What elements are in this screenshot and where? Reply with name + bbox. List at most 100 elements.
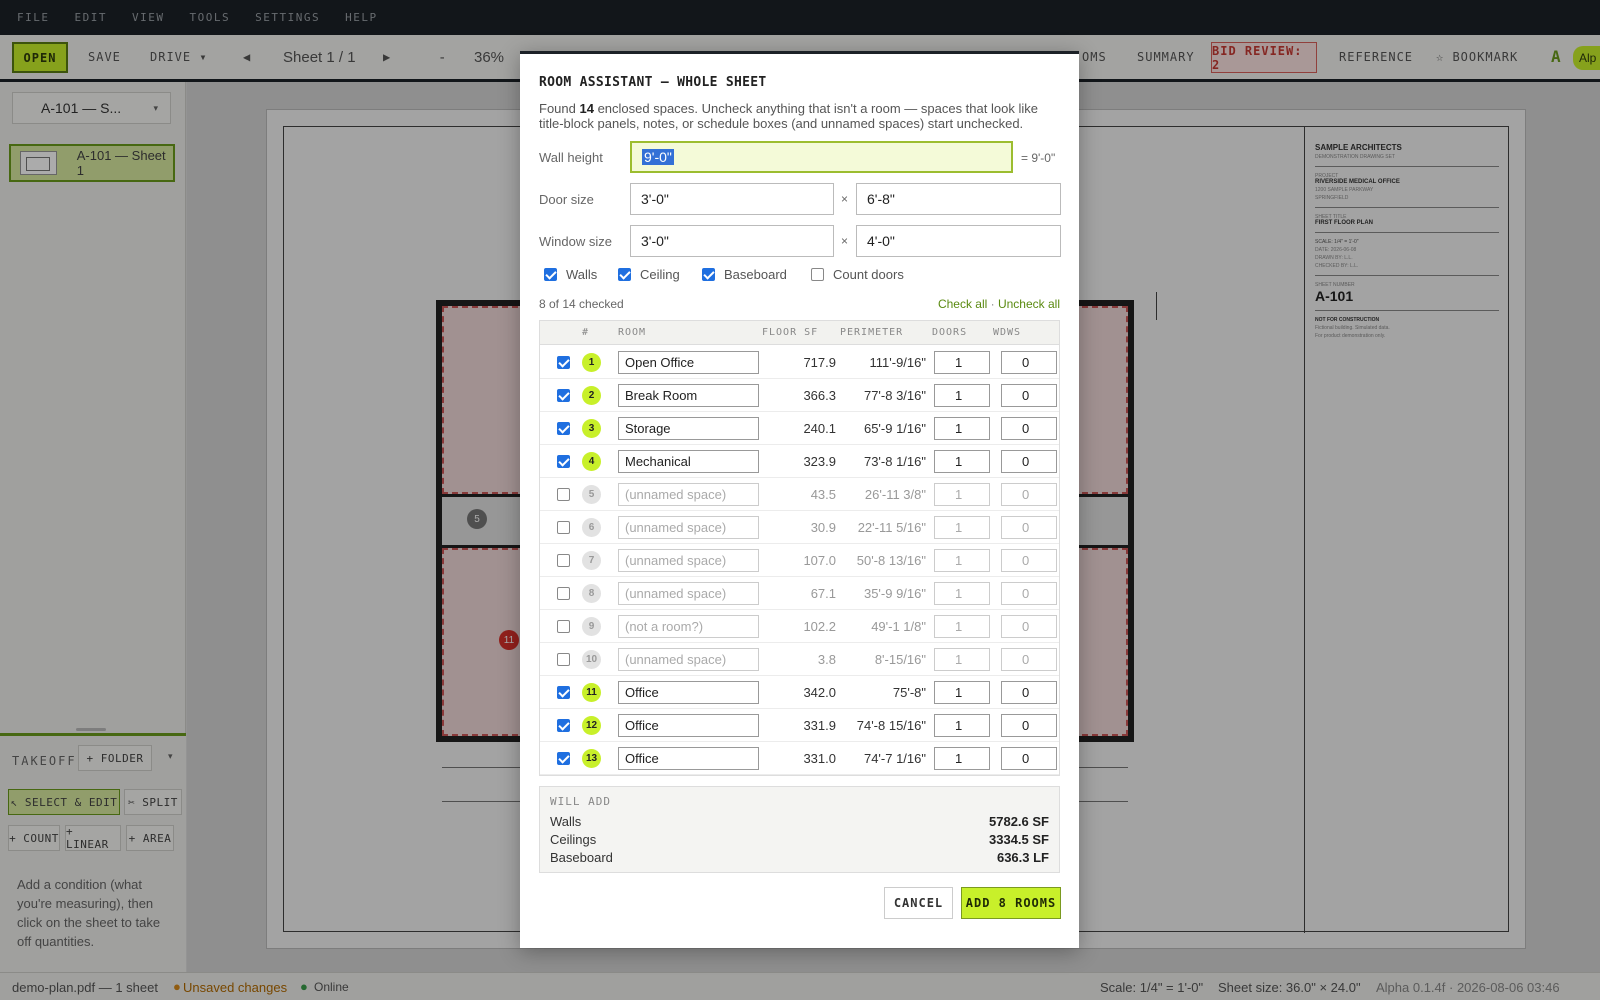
col-doors: DOORS [932, 327, 968, 338]
doors-input[interactable]: 1 [934, 648, 990, 671]
doors-input[interactable]: 1 [934, 582, 990, 605]
table-row: 6 (unnamed space) 30.9 22'-11 5/16" 1 0 [540, 511, 1059, 544]
floor-sf-value: 30.9 [810, 520, 836, 535]
baseboard-option[interactable]: Baseboard [702, 267, 787, 282]
check-all-link[interactable]: Check all [938, 297, 987, 311]
room-name-input[interactable]: Open Office [618, 351, 759, 374]
row-checkbox[interactable] [557, 653, 570, 666]
windows-input[interactable]: 0 [1001, 483, 1057, 506]
room-name-input[interactable]: Storage [618, 417, 759, 440]
row-checkbox[interactable] [557, 554, 570, 567]
window-height-input[interactable]: 4'-0" [856, 225, 1061, 257]
row-checkbox[interactable] [557, 719, 570, 732]
walls-checkbox[interactable] [544, 268, 557, 281]
windows-input[interactable]: 0 [1001, 582, 1057, 605]
doors-input[interactable]: 1 [934, 483, 990, 506]
room-name-input[interactable]: (unnamed space) [618, 549, 759, 572]
room-name-input[interactable]: Office [618, 714, 759, 737]
table-row: 9 (not a room?) 102.2 49'-1 1/8" 1 0 [540, 610, 1059, 643]
room-number-badge: 11 [582, 683, 601, 702]
row-checkbox[interactable] [557, 620, 570, 633]
check-links: Check all · Uncheck all [938, 297, 1060, 311]
room-name-input[interactable]: Office [618, 681, 759, 704]
windows-input[interactable]: 0 [1001, 549, 1057, 572]
cancel-button[interactable]: CANCEL [884, 887, 953, 919]
total-value: 5782.6 SF [989, 814, 1049, 829]
row-checkbox[interactable] [557, 521, 570, 534]
count-doors-checkbox[interactable] [811, 268, 824, 281]
floor-sf-value: 717.9 [803, 355, 836, 370]
row-checkbox[interactable] [557, 488, 570, 501]
doors-input[interactable]: 1 [934, 351, 990, 374]
doors-input[interactable]: 1 [934, 516, 990, 539]
room-name-input[interactable]: (unnamed space) [618, 582, 759, 605]
col-number: # [582, 327, 590, 338]
floor-sf-value: 331.0 [803, 751, 836, 766]
room-name-input[interactable]: Office [618, 747, 759, 770]
room-name-input[interactable]: (not a room?) [618, 615, 759, 638]
total-label: Walls [550, 814, 582, 829]
doors-input[interactable]: 1 [934, 417, 990, 440]
doors-input[interactable]: 1 [934, 450, 990, 473]
windows-input[interactable]: 0 [1001, 714, 1057, 737]
windows-input[interactable]: 0 [1001, 516, 1057, 539]
windows-input[interactable]: 0 [1001, 681, 1057, 704]
wall-height-input[interactable]: 9'-0" [630, 141, 1013, 173]
room-name-input[interactable]: (unnamed space) [618, 483, 759, 506]
windows-input[interactable]: 0 [1001, 351, 1057, 374]
table-row: 4 Mechanical 323.9 73'-8 1/16" 1 0 [540, 445, 1059, 478]
add-rooms-button[interactable]: ADD 8 ROOMS [961, 887, 1061, 919]
doors-input[interactable]: 1 [934, 615, 990, 638]
walls-option[interactable]: Walls [544, 267, 597, 282]
floor-sf-value: 331.9 [803, 718, 836, 733]
row-checkbox[interactable] [557, 686, 570, 699]
room-number-badge: 8 [582, 584, 601, 603]
row-checkbox[interactable] [557, 587, 570, 600]
perimeter-value: 22'-11 5/16" [857, 520, 926, 535]
doors-input[interactable]: 1 [934, 384, 990, 407]
room-name-input[interactable]: (unnamed space) [618, 516, 759, 539]
row-checkbox[interactable] [557, 356, 570, 369]
floor-sf-value: 102.2 [803, 619, 836, 634]
ceiling-checkbox[interactable] [618, 268, 631, 281]
row-checkbox[interactable] [557, 455, 570, 468]
rooms-table[interactable]: # ROOM FLOOR SF PERIMETER DOORS WDWS 1 Op… [539, 320, 1060, 776]
wall-height-label: Wall height [539, 150, 603, 165]
floor-sf-value: 3.8 [817, 652, 836, 667]
windows-input[interactable]: 0 [1001, 615, 1057, 638]
uncheck-all-link[interactable]: Uncheck all [998, 297, 1060, 311]
baseboard-checkbox[interactable] [702, 268, 715, 281]
ceiling-option[interactable]: Ceiling [618, 267, 680, 282]
row-checkbox[interactable] [557, 389, 570, 402]
windows-input[interactable]: 0 [1001, 648, 1057, 671]
room-number-badge: 9 [582, 617, 601, 636]
windows-input[interactable]: 0 [1001, 384, 1057, 407]
window-width-input[interactable]: 3'-0" [630, 225, 834, 257]
room-number-badge: 1 [582, 353, 601, 372]
doors-input[interactable]: 1 [934, 747, 990, 770]
will-add-heading: WILL ADD [550, 795, 611, 808]
doors-input[interactable]: 1 [934, 714, 990, 737]
room-name-input[interactable]: Mechanical [618, 450, 759, 473]
room-name-input[interactable]: (unnamed space) [618, 648, 759, 671]
windows-input[interactable]: 0 [1001, 417, 1057, 440]
room-number-badge: 12 [582, 716, 601, 735]
doors-input[interactable]: 1 [934, 549, 990, 572]
count-doors-option[interactable]: Count doors [811, 267, 904, 282]
table-row: 13 Office 331.0 74'-7 1/16" 1 0 [540, 742, 1059, 775]
wall-height-computed: = 9'-0" [1021, 151, 1056, 165]
ceiling-option-label: Ceiling [640, 267, 680, 282]
desc-text-pre: Found [539, 101, 580, 116]
floor-sf-value: 43.5 [810, 487, 836, 502]
table-row: 7 (unnamed space) 107.0 50'-8 13/16" 1 0 [540, 544, 1059, 577]
windows-input[interactable]: 0 [1001, 450, 1057, 473]
table-row: 11 Office 342.0 75'-8" 1 0 [540, 676, 1059, 709]
row-checkbox[interactable] [557, 752, 570, 765]
total-value: 636.3 LF [996, 850, 1049, 865]
door-width-input[interactable]: 3'-0" [630, 183, 834, 215]
room-name-input[interactable]: Break Room [618, 384, 759, 407]
door-height-input[interactable]: 6'-8" [856, 183, 1061, 215]
row-checkbox[interactable] [557, 422, 570, 435]
windows-input[interactable]: 0 [1001, 747, 1057, 770]
doors-input[interactable]: 1 [934, 681, 990, 704]
